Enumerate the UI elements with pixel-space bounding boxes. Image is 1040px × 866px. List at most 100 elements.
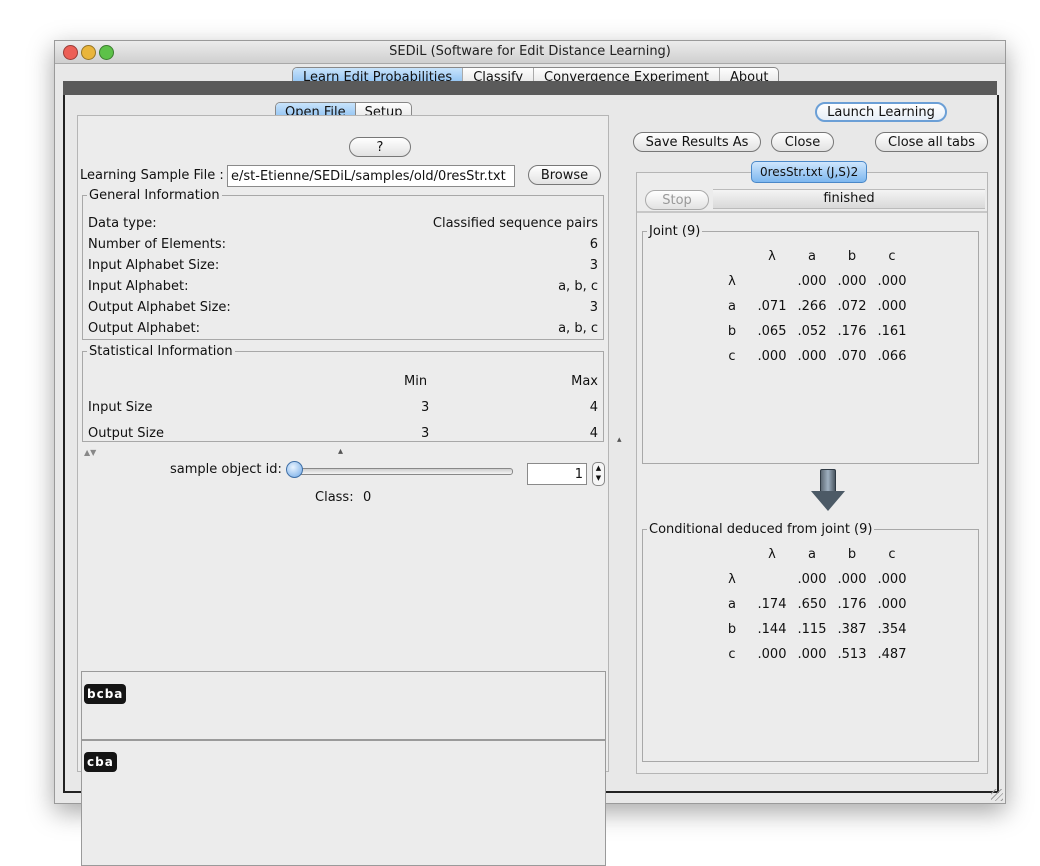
sample-slider-knob[interactable] [286, 461, 303, 478]
matrix-cell: .000 [877, 274, 907, 289]
matrix-cell: .000 [877, 572, 907, 587]
progress-status: finished [823, 191, 875, 206]
input-sequence-panel [81, 671, 606, 740]
tab-content: Open File Setup ? Learning Sample File :… [63, 95, 999, 866]
launch-learning-button[interactable]: Launch Learning [815, 102, 947, 122]
matrix-row-header: a [728, 299, 736, 314]
matrix-col-header: b [847, 547, 857, 562]
matrix-row-header: b [727, 622, 737, 637]
general-value: 6 [589, 237, 598, 252]
split-arrows-icon[interactable]: ▲▼ [84, 448, 96, 457]
matrix-col-header: c [888, 547, 896, 562]
matrix-cell: .115 [797, 622, 827, 637]
matrix-cell: .000 [877, 597, 907, 612]
splitter-handle-icon[interactable]: ▴ [617, 435, 622, 445]
statistical-info-legend: Statistical Information [89, 344, 233, 359]
browse-button[interactable]: Browse [528, 165, 601, 185]
matrix-row-header: a [728, 597, 736, 612]
matrix-cell: .387 [837, 622, 867, 637]
general-label: Input Alphabet Size: [88, 258, 220, 273]
sample-id-stepper[interactable]: ▲ ▼ [592, 462, 605, 486]
matrix-col-header: c [888, 249, 896, 264]
matrix-cell: .066 [877, 349, 907, 364]
matrix-col-header: a [808, 547, 816, 562]
output-sequence-panel [81, 740, 606, 866]
progress-bar: finished [713, 189, 985, 209]
general-value: Classified sequence pairs [432, 216, 598, 231]
matrix-cell: .052 [797, 324, 827, 339]
matrix-cell: .144 [757, 622, 787, 637]
general-value: a, b, c [558, 321, 598, 336]
close-all-tabs-button[interactable]: Close all tabs [875, 132, 988, 152]
class-value: 0 [363, 490, 372, 505]
matrix-cell: .161 [877, 324, 907, 339]
stat-min-header: Min [404, 374, 428, 389]
matrix-cell: .513 [837, 647, 867, 662]
app-window: SEDiL (Software for Edit Distance Learni… [54, 40, 1006, 866]
matrix-cell: .176 [837, 324, 867, 339]
matrix-row-header: b [727, 324, 737, 339]
matrix-cell: .650 [797, 597, 827, 612]
title-bar: SEDiL (Software for Edit Distance Learni… [55, 41, 1005, 64]
matrix-cell: .354 [877, 622, 907, 637]
result-tab[interactable]: 0resStr.txt (J,S)2 [751, 161, 868, 183]
matrix-cell: .176 [837, 597, 867, 612]
joint-legend: Joint (9) [649, 224, 701, 239]
stop-button[interactable]: Stop [645, 190, 709, 210]
stat-row-min: 3 [421, 426, 430, 441]
matrix-col-header: λ [768, 249, 776, 264]
matrix-cell: .065 [757, 324, 787, 339]
class-label: Class: [315, 490, 354, 505]
general-info-legend: General Information [89, 188, 220, 203]
matrix-cell: .070 [837, 349, 867, 364]
open-file-panel: ? Learning Sample File : e/st-Etienne/SE… [77, 115, 609, 866]
resize-grip-icon[interactable] [991, 789, 1003, 801]
matrix-cell: .266 [797, 299, 827, 314]
matrix-col-header: b [847, 249, 857, 264]
save-results-button[interactable]: Save Results As [633, 132, 761, 152]
matrix-cell: .000 [797, 349, 827, 364]
matrix-cell: .000 [757, 349, 787, 364]
help-button[interactable]: ? [349, 137, 411, 157]
matrix-cell: .000 [837, 274, 867, 289]
matrix-col-header: λ [768, 547, 776, 562]
sample-slider-track[interactable] [291, 468, 513, 475]
sample-object-label: sample object id: [170, 462, 282, 477]
output-sequence-chip: cba [84, 752, 117, 772]
matrix-cell: .000 [797, 274, 827, 289]
stat-max-header: Max [571, 374, 598, 389]
splitter-handle-icon[interactable]: ▴ [338, 446, 343, 457]
general-label: Data type: [88, 216, 157, 231]
results-panel: Stop finished Joint (9) λ a b c λ .000.000.00… [636, 172, 988, 774]
stat-row-max: 4 [589, 426, 598, 441]
matrix-row-header: λ [728, 572, 736, 587]
matrix-cell: .174 [757, 597, 787, 612]
matrix-row-header: c [728, 647, 736, 662]
down-arrow-head-icon [811, 491, 845, 511]
file-path-field[interactable]: e/st-Etienne/SEDiL/samples/old/0resStr.t… [227, 165, 515, 187]
general-value: a, b, c [558, 279, 598, 294]
progress-divider [637, 211, 987, 213]
stat-row-label: Output Size [88, 426, 164, 441]
matrix-col-header: a [808, 249, 816, 264]
general-label: Output Alphabet Size: [88, 300, 231, 315]
general-value: 3 [589, 258, 598, 273]
matrix-cell: .487 [877, 647, 907, 662]
stat-row-label: Input Size [88, 400, 153, 415]
matrix-cell: .000 [877, 299, 907, 314]
conditional-legend: Conditional deduced from joint (9) [649, 522, 873, 537]
close-button[interactable]: Close [771, 132, 834, 152]
stat-row-min: 3 [421, 400, 430, 415]
matrix-cell: .000 [837, 572, 867, 587]
tab-header-bar [63, 81, 997, 95]
matrix-cell: .000 [757, 647, 787, 662]
stat-row-max: 4 [589, 400, 598, 415]
matrix-row-header: c [728, 349, 736, 364]
down-arrow-icon [820, 469, 836, 493]
general-label: Number of Elements: [88, 237, 226, 252]
sample-id-field[interactable]: 1 [527, 463, 587, 485]
file-label: Learning Sample File : [80, 168, 224, 183]
matrix-cell: .000 [797, 572, 827, 587]
window-title: SEDiL (Software for Edit Distance Learni… [389, 44, 671, 59]
matrix-row-header: λ [728, 274, 736, 289]
